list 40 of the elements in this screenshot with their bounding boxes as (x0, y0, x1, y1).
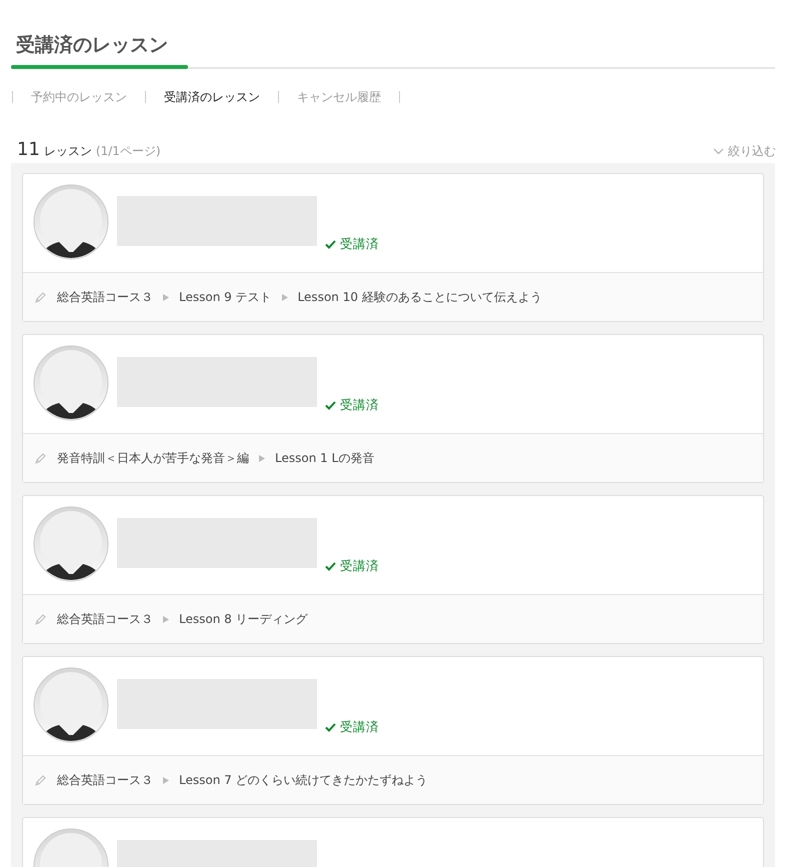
triangle-right-icon (163, 616, 169, 622)
breadcrumb-item: 総合英語コース３ (57, 610, 153, 628)
breadcrumb-item: 総合英語コース３ (57, 772, 153, 788)
check-icon (325, 401, 336, 410)
breadcrumb-item: Lesson 9 テスト (179, 288, 272, 306)
triangle-right-icon (282, 294, 288, 300)
avatar-icon (33, 506, 109, 582)
page-title: 受講済のレッスン (15, 33, 169, 58)
tab[interactable]: 受講済のレッスン (147, 88, 277, 106)
check-icon (325, 240, 336, 249)
page-indicator: (1/1ページ) (96, 143, 161, 160)
breadcrumb-item: 総合英語コース３ (57, 288, 153, 306)
lesson-card[interactable]: 受講済 発音特訓＜日本人が苦手な発音＞編 Lesson 1 Lの発音 (22, 334, 764, 483)
pencil-icon (34, 290, 47, 304)
pencil-icon (34, 774, 47, 786)
lesson-card[interactable]: 受講済 総合英語コース３ Lesson 8 リーディング (22, 495, 764, 644)
breadcrumb-item: Lesson 10 経験のあることについて伝えよう (298, 288, 542, 306)
check-icon (325, 723, 336, 732)
lesson-card[interactable]: 受講済 総合英語コース３ Lesson 7 どのくらい続けてきたかたずねよう (22, 656, 764, 805)
triangle-right-icon (163, 294, 169, 300)
breadcrumb-item: Lesson 7 どのくらい続けてきたかたずねよう (179, 772, 428, 788)
lesson-count: 11 (17, 139, 40, 160)
avatar-icon (33, 345, 109, 421)
avatar-icon (33, 184, 109, 260)
check-icon (325, 562, 336, 571)
lesson-status: 受講済 (325, 719, 379, 736)
triangle-right-icon (259, 454, 265, 462)
breadcrumb-item: Lesson 8 リーディング (179, 610, 308, 628)
triangle-right-icon (163, 776, 169, 784)
lesson-status: 受講済 (325, 397, 379, 414)
lesson-card[interactable]: 受講済 総合英語コース３ Lesson 9 テスト Lesson 10 経験のあることについて伝えよう (22, 173, 764, 322)
chevron-down-icon (713, 148, 724, 155)
pencil-icon (34, 612, 47, 626)
avatar-icon (33, 667, 109, 743)
lesson-status: 受講済 (325, 558, 379, 575)
breadcrumb-item: Lesson 1 Lの発音 (275, 450, 374, 466)
pencil-icon (34, 452, 47, 464)
breadcrumb-item: 発音特訓＜日本人が苦手な発音＞編 (57, 450, 249, 466)
count-unit: レッスン (44, 143, 92, 160)
lesson-status: 受講済 (325, 236, 379, 253)
